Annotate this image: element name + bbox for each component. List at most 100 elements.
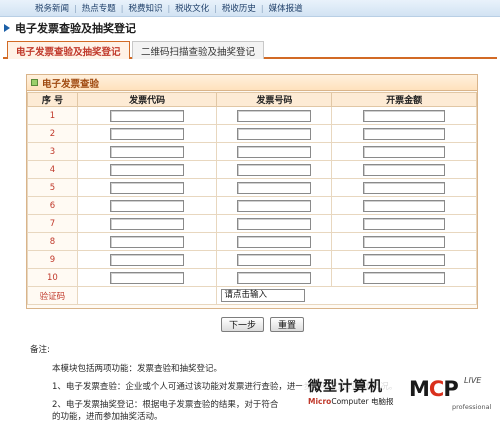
row-number: 4 <box>28 161 78 179</box>
page-title: 电子发票查验及抽奖登记 <box>4 20 136 35</box>
invoice-number-input[interactable] <box>237 272 311 284</box>
amount-input[interactable] <box>363 146 445 158</box>
table-row: 9 <box>28 251 477 269</box>
captcha-row: 验证码 请点击输入 <box>28 287 477 305</box>
nav-link-hot-topics[interactable]: 热点专题 <box>77 2 121 14</box>
amount-cell <box>332 143 477 161</box>
row-number: 2 <box>28 125 78 143</box>
amount-input[interactable] <box>363 254 445 266</box>
amount-input[interactable] <box>363 272 445 284</box>
tab-invoice-check[interactable]: 电子发票查验及抽奖登记 <box>7 41 130 59</box>
invoice-code-cell <box>77 233 217 251</box>
amount-input[interactable] <box>363 218 445 230</box>
arrow-right-icon <box>4 24 10 32</box>
table-row: 2 <box>28 125 477 143</box>
page-title-text: 电子发票查验及抽奖登记 <box>15 20 136 36</box>
invoice-number-cell <box>217 143 332 161</box>
nav-link-tax-culture[interactable]: 税收文化 <box>170 2 214 14</box>
logo-live-text: LIVE <box>464 376 481 385</box>
action-buttons: 下一步 重置 <box>221 317 304 332</box>
amount-input[interactable] <box>363 236 445 248</box>
invoice-number-input[interactable] <box>237 128 311 140</box>
invoice-code-cell <box>77 251 217 269</box>
amount-input[interactable] <box>363 110 445 122</box>
invoice-number-input[interactable] <box>237 254 311 266</box>
row-number: 3 <box>28 143 78 161</box>
tab-qr-scan-check[interactable]: 二维码扫描查验及抽奖登记 <box>132 41 264 59</box>
invoice-code-cell <box>77 215 217 233</box>
invoice-code-cell <box>77 161 217 179</box>
notes-title: 备注: <box>30 344 470 356</box>
top-nav-items: 税务新闻 | 热点专题 | 税费知识 | 税收文化 | 税收历史 | 媒体报道 <box>30 2 308 14</box>
amount-input[interactable] <box>363 164 445 176</box>
invoice-code-cell <box>77 197 217 215</box>
invoice-code-input[interactable] <box>110 128 184 140</box>
amount-cell <box>332 179 477 197</box>
invoice-number-input[interactable] <box>237 182 311 194</box>
watermark-cn-title: 微型计算机 <box>308 376 383 396</box>
watermark-en-c: 电脑报 <box>369 397 394 406</box>
invoice-table: 序 号 发票代码 发票号码 开票金额 1 2 3 <box>27 92 477 305</box>
invoice-code-input[interactable] <box>110 146 184 158</box>
logo-letter-c: C <box>429 377 443 401</box>
table-row: 6 <box>28 197 477 215</box>
captcha-label: 验证码 <box>40 292 66 302</box>
invoice-code-input[interactable] <box>110 254 184 266</box>
invoice-number-input[interactable] <box>237 146 311 158</box>
table-row: 7 <box>28 215 477 233</box>
table-row: 4 <box>28 161 477 179</box>
square-bullet-icon <box>31 79 38 86</box>
row-number: 9 <box>28 251 78 269</box>
amount-cell <box>332 251 477 269</box>
top-nav: 税务新闻 | 热点专题 | 税费知识 | 税收文化 | 税收历史 | 媒体报道 <box>0 0 500 17</box>
amount-cell <box>332 161 477 179</box>
invoice-code-cell <box>77 143 217 161</box>
invoice-code-input[interactable] <box>110 110 184 122</box>
invoice-number-input[interactable] <box>237 200 311 212</box>
invoice-check-panel: 电子发票查验 序 号 发票代码 发票号码 开票金额 1 2 <box>26 74 478 309</box>
publisher-watermark: 微型计算机 MicroComputer 电脑报 MCP LIVE profess… <box>302 374 498 414</box>
nav-link-tax-knowledge[interactable]: 税费知识 <box>123 2 167 14</box>
watermark-en-title: MicroComputer 电脑报 <box>308 396 394 407</box>
amount-input[interactable] <box>363 182 445 194</box>
table-row: 1 <box>28 107 477 125</box>
row-number: 7 <box>28 215 78 233</box>
next-step-button[interactable]: 下一步 <box>221 317 264 332</box>
invoice-code-input[interactable] <box>110 164 184 176</box>
col-header-invoice-number: 发票号码 <box>217 93 332 107</box>
logo-letter-p: P <box>443 377 457 401</box>
amount-input[interactable] <box>363 200 445 212</box>
captcha-input[interactable]: 请点击输入 <box>221 289 305 302</box>
nav-link-media-reports[interactable]: 媒体报道 <box>264 2 308 14</box>
row-number: 10 <box>28 269 78 287</box>
col-header-invoice-code: 发票代码 <box>77 93 217 107</box>
table-row: 3 <box>28 143 477 161</box>
invoice-number-cell <box>217 125 332 143</box>
invoice-number-input[interactable] <box>237 218 311 230</box>
invoice-code-input[interactable] <box>110 218 184 230</box>
reset-button[interactable]: 重置 <box>270 317 304 332</box>
captcha-label-cell: 验证码 <box>28 287 78 305</box>
invoice-code-input[interactable] <box>110 272 184 284</box>
invoice-code-cell <box>77 125 217 143</box>
invoice-code-input[interactable] <box>110 200 184 212</box>
invoice-number-cell <box>217 251 332 269</box>
invoice-code-input[interactable] <box>110 236 184 248</box>
table-row: 5 <box>28 179 477 197</box>
table-row: 10 <box>28 269 477 287</box>
invoice-code-cell <box>77 179 217 197</box>
col-header-amount: 开票金额 <box>332 93 477 107</box>
invoice-code-input[interactable] <box>110 182 184 194</box>
row-number: 1 <box>28 107 78 125</box>
table-row: 8 <box>28 233 477 251</box>
col-header-index: 序 号 <box>28 93 78 107</box>
invoice-code-cell <box>77 107 217 125</box>
invoice-number-input[interactable] <box>237 236 311 248</box>
invoice-code-cell <box>77 269 217 287</box>
amount-cell <box>332 269 477 287</box>
nav-link-tax-history[interactable]: 税收历史 <box>217 2 261 14</box>
invoice-number-input[interactable] <box>237 164 311 176</box>
nav-link-tax-news[interactable]: 税务新闻 <box>30 2 74 14</box>
invoice-number-input[interactable] <box>237 110 311 122</box>
amount-input[interactable] <box>363 128 445 140</box>
